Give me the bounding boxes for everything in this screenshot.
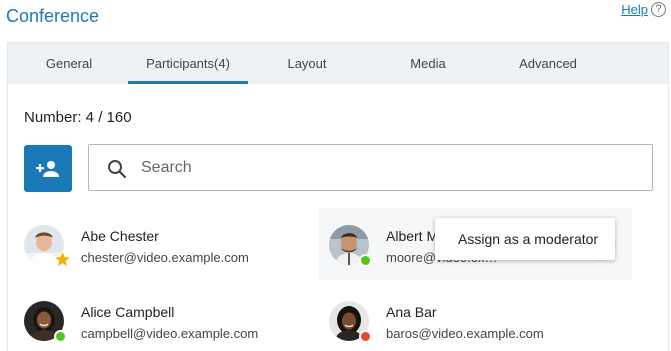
assign-moderator-menu-item[interactable]: Assign as a moderator (458, 231, 598, 247)
tab-participants[interactable]: Participants(4) (128, 43, 248, 84)
help-circle-icon[interactable]: ? (651, 2, 666, 17)
participant-card[interactable]: Abe Chester chester@video.example.com (14, 208, 314, 280)
tab-media[interactable]: Media (384, 43, 472, 84)
help-area: Help ? (621, 2, 666, 17)
person-add-icon (36, 160, 59, 177)
participant-name: Alice Campbell (81, 304, 175, 320)
conference-panel: General Participants(4) Layout Media Adv… (7, 42, 669, 351)
tab-advanced[interactable]: Advanced (496, 43, 600, 84)
tab-layout[interactable]: Layout (263, 43, 351, 84)
participant-email: campbell@video.example.com (81, 326, 259, 341)
participant-email: chester@video.example.com (81, 250, 249, 265)
conference-title: Conference (6, 6, 100, 26)
participant-name: Abe Chester (81, 228, 159, 244)
participant-card[interactable]: Alice Campbell campbell@video.example.co… (14, 284, 314, 351)
search-box (88, 144, 653, 191)
participant-name: Ana Bar (386, 304, 437, 320)
search-icon (108, 160, 127, 179)
help-link[interactable]: Help (621, 2, 648, 17)
participant-email: baros@video.example.com (386, 326, 544, 341)
tab-general[interactable]: General (25, 43, 113, 84)
participant-card[interactable]: Ana Bar baros@video.example.com (319, 284, 632, 351)
add-participant-button[interactable] (24, 145, 72, 192)
tab-bar: General Participants(4) Layout Media Adv… (8, 43, 668, 84)
online-status-dot (54, 330, 67, 343)
participant-context-menu: Assign as a moderator (435, 218, 615, 260)
search-input[interactable] (141, 145, 641, 190)
participant-count: Number: 4 / 160 (24, 109, 132, 126)
busy-status-dot (359, 330, 372, 343)
moderator-star-icon (53, 250, 72, 269)
online-status-dot (359, 254, 372, 267)
